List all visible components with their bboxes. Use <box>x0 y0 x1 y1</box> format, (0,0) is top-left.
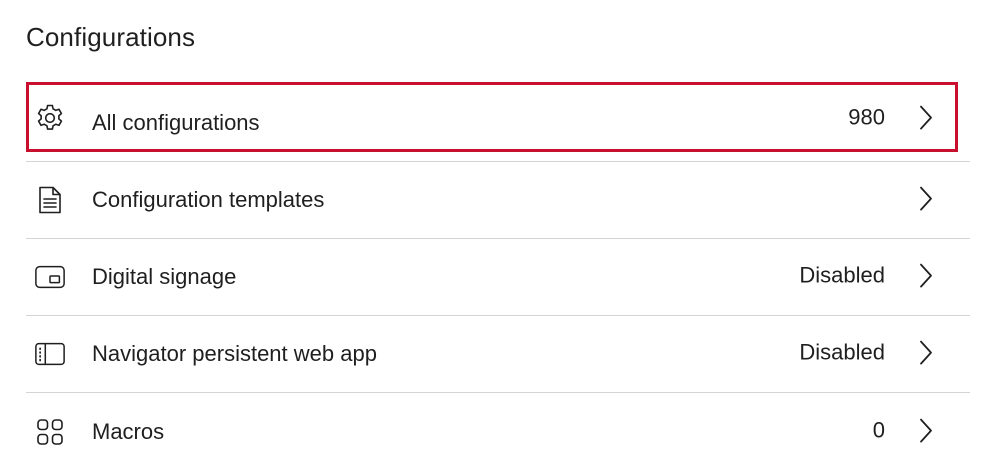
list-item-label: Digital signage <box>92 264 237 289</box>
status-value: Disabled <box>799 339 885 365</box>
list-item-label: Configuration templates <box>92 187 325 212</box>
section-title: Configurations <box>26 22 196 52</box>
list-item-label: All configurations <box>92 110 260 135</box>
chevron-right-icon <box>918 262 934 290</box>
list-item-label: Navigator persistent web app <box>92 341 377 366</box>
display-icon <box>34 261 66 293</box>
list-item-all-configurations[interactable]: All configurations 980 <box>26 82 970 162</box>
sidebar-panel-icon <box>34 338 66 370</box>
list-item-navigator-persistent-web-app[interactable]: Navigator persistent web app Disabled <box>26 316 970 393</box>
chevron-right-icon <box>918 416 934 444</box>
chevron-right-icon <box>918 104 934 132</box>
chevron-right-icon <box>918 185 934 213</box>
list-item-configuration-templates[interactable]: Configuration templates <box>26 162 970 239</box>
list-item-label: Macros <box>92 418 165 444</box>
gear-icon <box>34 102 66 134</box>
status-value: Disabled <box>799 262 885 288</box>
chevron-right-icon <box>918 339 934 367</box>
list-item-macros[interactable]: Macros 0 <box>26 393 970 470</box>
configurations-list: All configurations 980 Configuration tem… <box>26 82 970 470</box>
count-value: 0 <box>872 417 885 443</box>
count-value: 980 <box>848 104 885 130</box>
list-item-digital-signage[interactable]: Digital signage Disabled <box>26 239 970 316</box>
grid-icon <box>34 416 66 448</box>
document-icon <box>34 184 66 216</box>
